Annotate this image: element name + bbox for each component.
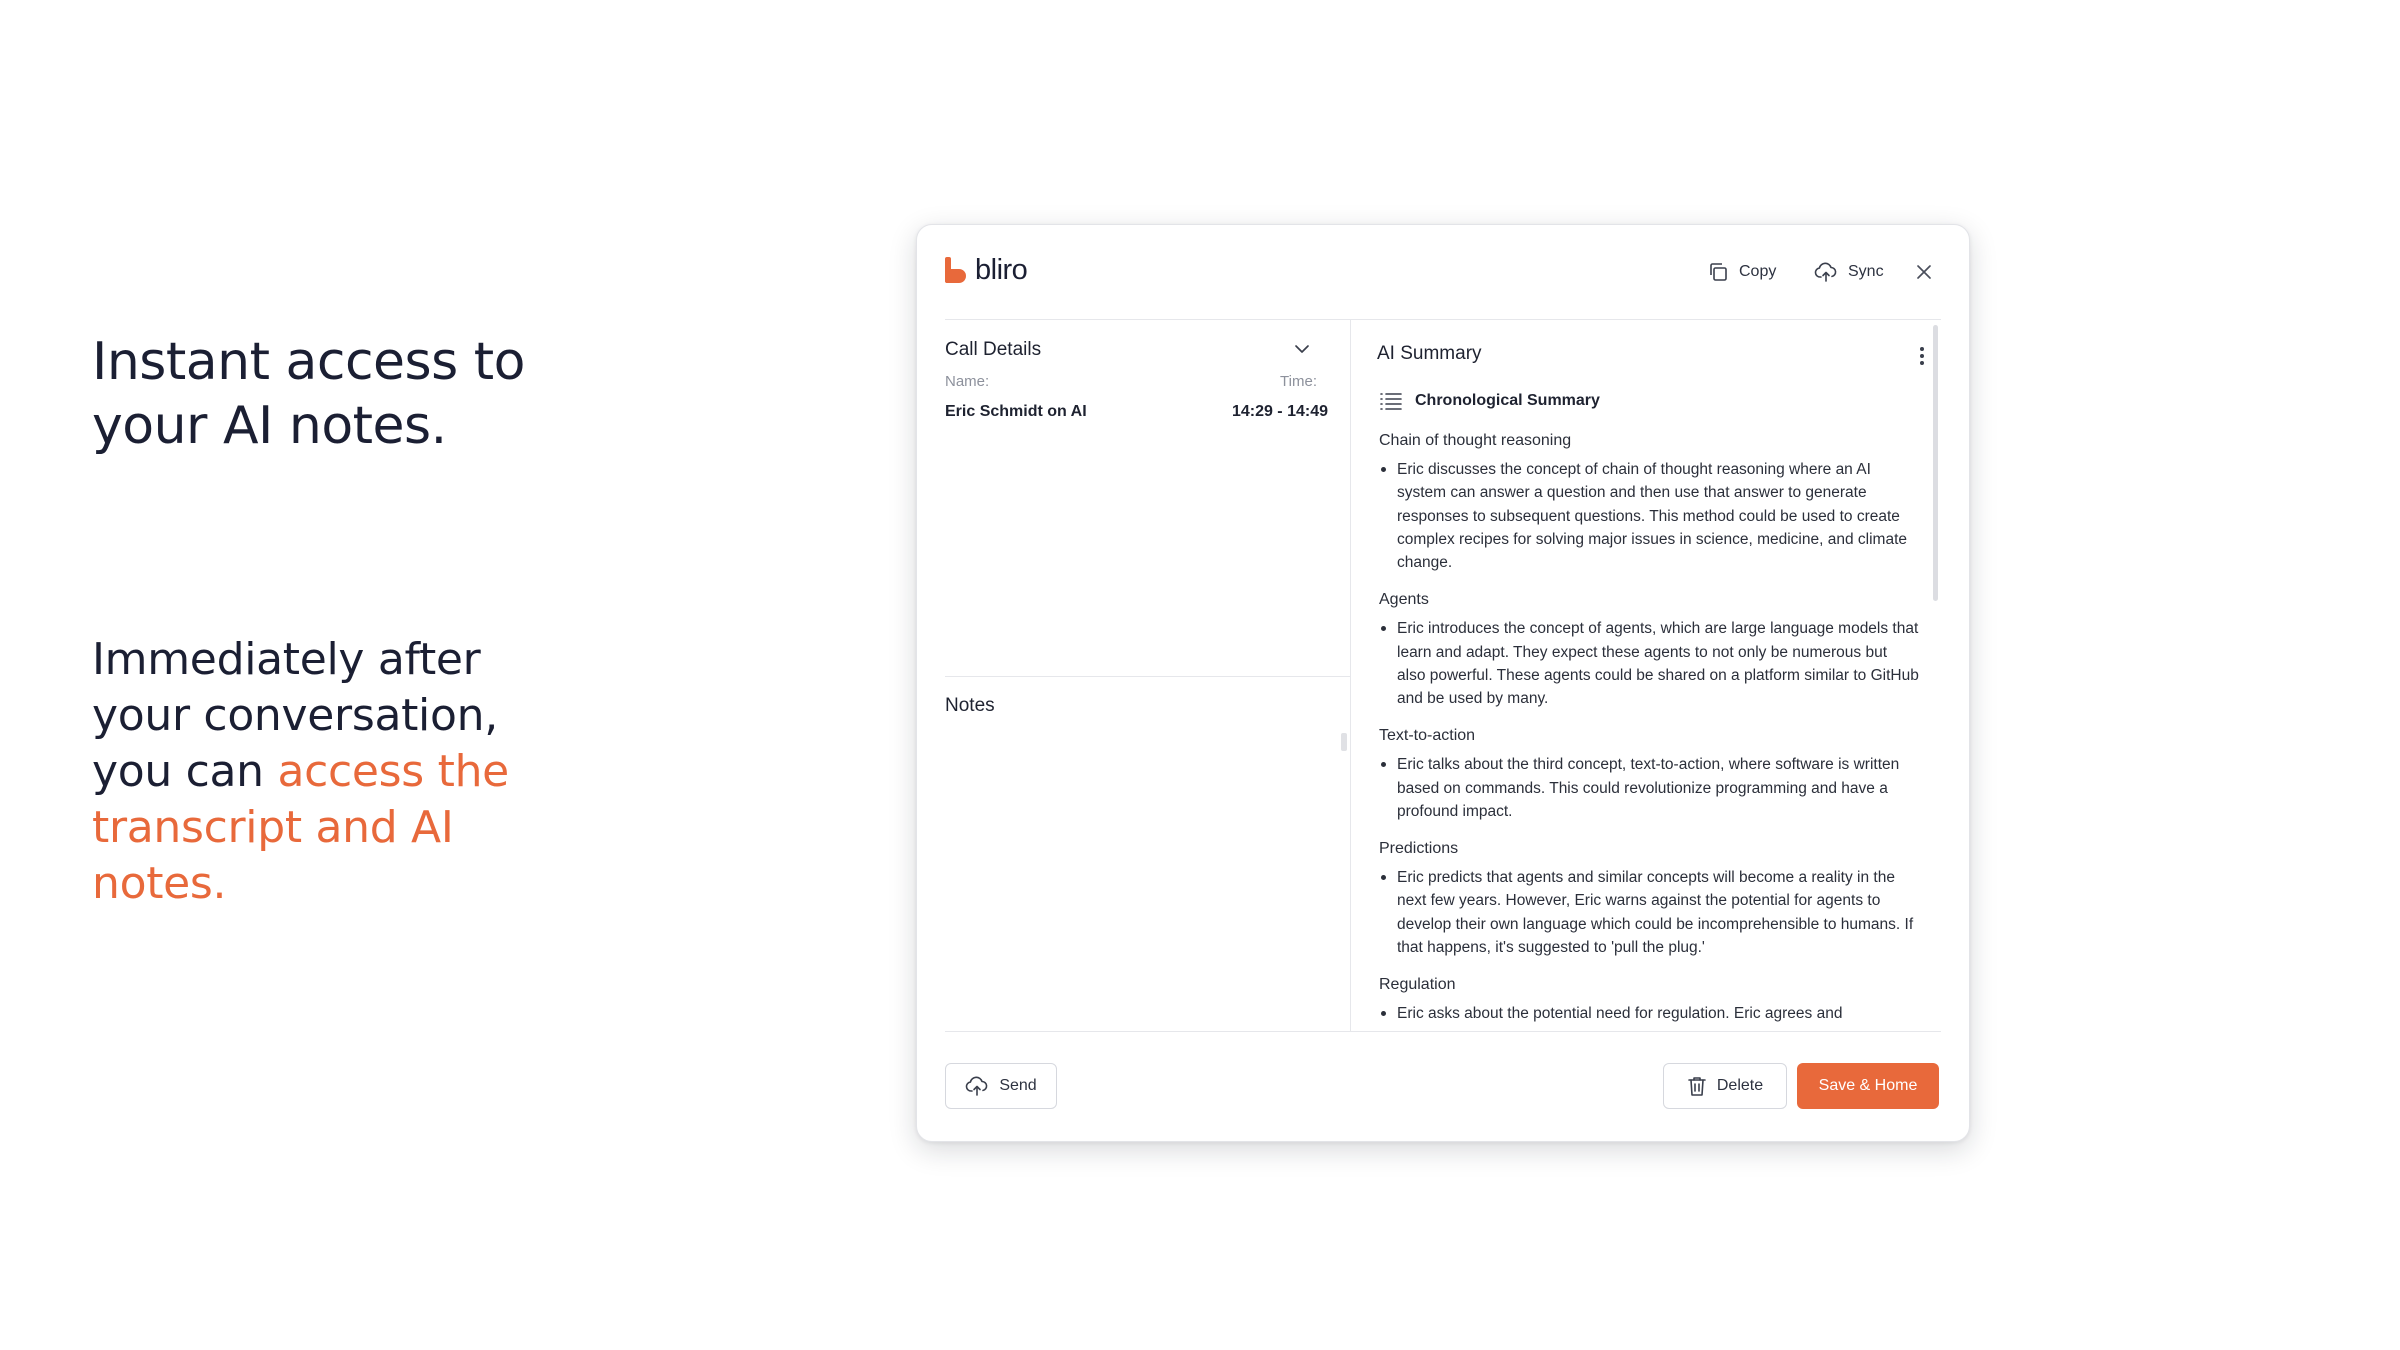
trash-icon <box>1688 1077 1706 1096</box>
hero-title-line1: Instant access to <box>92 332 525 392</box>
delete-label: Delete <box>1716 1077 1764 1094</box>
logo-text: bliro <box>975 254 1028 286</box>
section-text: Eric introduces the concept of agents, w… <box>1379 617 1919 710</box>
summary-mode[interactable]: Chronological Summary <box>1379 391 1600 411</box>
summary-section: Agents Eric introduces the concept of ag… <box>1379 588 1919 710</box>
hero-body: Immediately after your conversation, you… <box>92 632 612 912</box>
footer-divider <box>945 1031 1941 1032</box>
send-label: Send <box>999 1077 1037 1094</box>
notes-title: Notes <box>945 695 995 716</box>
hero-body-accent3: notes. <box>92 858 227 909</box>
hero-body-line3: you can <box>92 746 278 797</box>
resize-handle[interactable] <box>1341 733 1347 751</box>
call-details-toggle[interactable] <box>1292 339 1312 364</box>
ai-summary-panel: AI Summary Chronological Summary Chain o… <box>1351 321 1941 1029</box>
kebab-menu-icon <box>1920 347 1924 365</box>
call-name-value: Eric Schmidt on AI <box>945 403 1087 420</box>
hero-title-line2: your AI notes. <box>92 396 447 456</box>
send-button[interactable]: Send <box>945 1063 1057 1109</box>
app-window: bliro Copy Sync Call Details Name: Time:… <box>916 224 1970 1142</box>
section-heading: Regulation <box>1379 976 1456 994</box>
title-bar: bliro Copy Sync <box>917 225 1969 319</box>
save-home-label: Save & Home <box>1818 1077 1918 1094</box>
hero-body-line1: Immediately after <box>92 634 481 685</box>
ai-summary-title: AI Summary <box>1377 343 1482 364</box>
hero-title: Instant access to your AI notes. <box>92 330 652 458</box>
section-heading: Agents <box>1379 591 1429 609</box>
summary-section: Regulation Eric asks about the potential… <box>1379 973 1919 1025</box>
section-heading: Text-to-action <box>1379 727 1476 745</box>
cloud-upload-icon <box>1814 262 1837 282</box>
summary-section: Chain of thought reasoning Eric discusse… <box>1379 429 1919 574</box>
section-text: Eric talks about the third concept, text… <box>1379 753 1919 823</box>
save-home-button[interactable]: Save & Home <box>1797 1063 1939 1109</box>
logo: bliro <box>945 254 1028 286</box>
close-button[interactable] <box>1915 263 1943 281</box>
section-text: Eric predicts that agents and similar co… <box>1379 866 1919 959</box>
section-text: Eric asks about the potential need for r… <box>1379 1002 1919 1025</box>
close-icon <box>1917 265 1931 279</box>
chevron-down-icon <box>1295 345 1309 353</box>
logo-mark-icon <box>945 257 967 283</box>
summary-section: Text-to-action Eric talks about the thir… <box>1379 724 1919 823</box>
section-heading: Predictions <box>1379 840 1459 858</box>
sync-label: Sync <box>1848 263 1884 280</box>
cloud-upload-icon <box>966 1076 988 1096</box>
section-text: Eric discusses the concept of chain of t… <box>1379 458 1919 574</box>
summary-scrollbar[interactable] <box>1933 325 1938 601</box>
hero-body-accent1: access the <box>277 746 509 797</box>
notes-divider <box>945 676 1350 677</box>
copy-button[interactable]: Copy <box>1707 261 1776 283</box>
header-divider <box>945 319 1941 320</box>
call-details-title: Call Details <box>945 339 1042 360</box>
copy-label: Copy <box>1739 263 1777 280</box>
name-label: Name: <box>945 373 990 390</box>
summary-section: Predictions Eric predicts that agents an… <box>1379 837 1919 959</box>
call-time-value: 14:29 - 14:49 <box>1231 403 1328 420</box>
hero-body-line2: your conversation, <box>92 690 498 741</box>
time-label: Time: <box>1280 373 1317 390</box>
summary-menu-button[interactable] <box>1918 345 1926 372</box>
sync-button[interactable]: Sync <box>1814 261 1884 283</box>
summary-content: Chain of thought reasoning Eric discusse… <box>1379 429 1919 1029</box>
list-icon <box>1380 393 1402 410</box>
section-heading: Chain of thought reasoning <box>1379 432 1572 449</box>
hero-body-accent2: transcript and AI <box>92 802 454 853</box>
delete-button[interactable]: Delete <box>1663 1063 1787 1109</box>
copy-icon <box>1710 263 1727 281</box>
summary-mode-label: Chronological Summary <box>1415 392 1600 409</box>
